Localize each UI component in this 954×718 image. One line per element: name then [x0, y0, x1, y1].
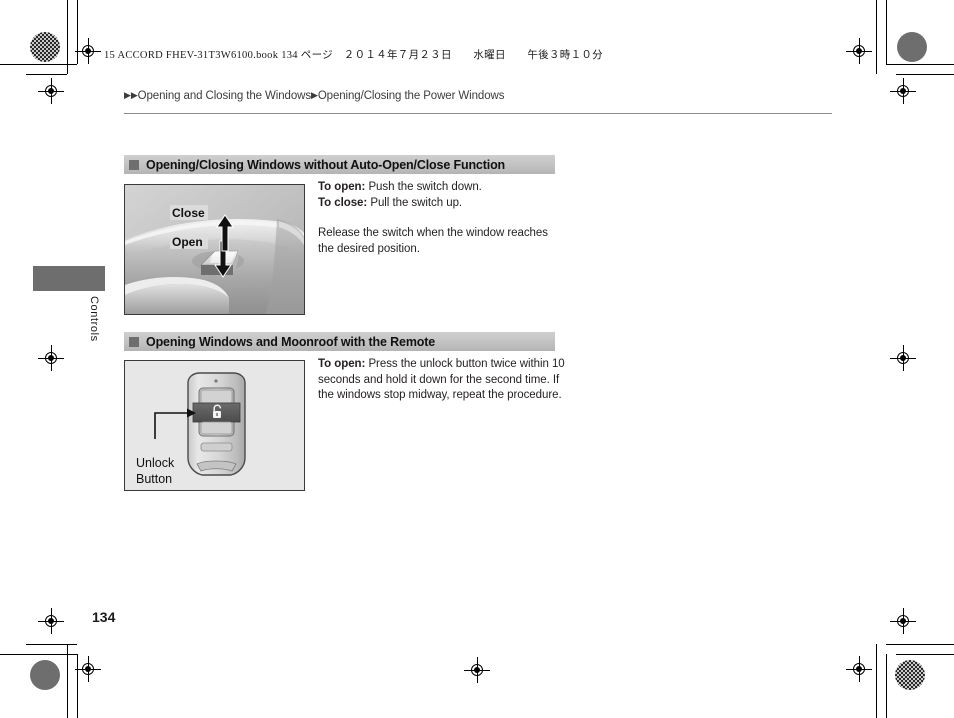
- power-window-switch-svg: Close Open: [125, 185, 304, 314]
- registration-target-bottom-left: [38, 608, 64, 634]
- registration-color-patch-bottom-left: [30, 660, 60, 690]
- crop-mark-bottom-right-h2: [896, 654, 954, 655]
- figure-2-callout-line-2: Button: [136, 472, 172, 486]
- section-heading-1-text: Opening/Closing Windows without Auto-Ope…: [146, 157, 506, 172]
- to-close-body-1: Pull the switch up.: [367, 196, 463, 209]
- book-file-header-text: 15 ACCORD FHEV-31T3W6100.book 134 ページ ２０…: [104, 50, 603, 61]
- registration-color-patch-top-right: [897, 32, 927, 62]
- crop-mark-bottom-left-v1: [67, 644, 68, 718]
- section-bullet-icon: [129, 159, 139, 170]
- registration-target-top-left: [75, 38, 101, 64]
- registration-target-left-center: [38, 345, 64, 371]
- section-heading-2: Opening Windows and Moonroof with the Re…: [124, 332, 555, 351]
- chapter-tab-label: Controls: [88, 296, 100, 342]
- figure-1-label-open: Open: [172, 235, 203, 249]
- header-divider-rule: [124, 113, 832, 114]
- figure-2-callout-line-1: Unlock: [136, 456, 175, 470]
- crop-mark-top-left-h1: [0, 64, 77, 65]
- crop-mark-bottom-right-h1: [886, 644, 954, 645]
- registration-target-right-center: [890, 345, 916, 371]
- registration-target-top-right: [846, 38, 872, 64]
- crop-mark-top-right-h2: [896, 74, 954, 75]
- breadcrumb-level-1: Opening and Closing the Windows: [137, 90, 311, 102]
- registration-color-patch-bottom-right: [895, 660, 925, 690]
- crop-mark-top-right-h1: [886, 64, 954, 65]
- crop-mark-bottom-right-v2: [886, 654, 887, 718]
- book-file-header: 15 ACCORD FHEV-31T3W6100.book 134 ページ ２０…: [104, 47, 603, 62]
- crop-mark-bottom-left-h2: [0, 654, 77, 655]
- registration-target-top-left-lower: [38, 78, 64, 104]
- section-bullet-icon: [129, 336, 139, 347]
- breadcrumb-level-2: Opening/Closing the Power Windows: [317, 90, 505, 102]
- breadcrumb-separator-icon: ▶: [311, 90, 318, 100]
- breadcrumb-marker-icon: ▶▶: [124, 90, 138, 100]
- crop-mark-top-right-v2: [886, 0, 887, 64]
- crop-mark-bottom-right-v1: [876, 644, 877, 718]
- section-1-paragraph-2: Release the switch when the window reach…: [318, 227, 548, 255]
- registration-target-top-right-lower: [890, 78, 916, 104]
- registration-target-bottom-center: [464, 657, 490, 683]
- remote-transmitter-illustration: Unlock Button: [124, 360, 305, 491]
- crop-mark-top-left-h2: [26, 74, 67, 75]
- registration-target-bottom-right-upper: [890, 608, 916, 634]
- figure-1-label-close: Close: [172, 206, 205, 220]
- remote-transmitter-svg: Unlock Button: [125, 361, 304, 490]
- chapter-tab-marker: [33, 266, 105, 291]
- section-1-body-text: To open: Push the switch down. To close:…: [318, 180, 566, 257]
- section-heading-1: Opening/Closing Windows without Auto-Ope…: [124, 155, 555, 174]
- page-number: 134: [92, 609, 116, 625]
- registration-color-patch-top-left: [30, 32, 60, 62]
- crop-mark-top-right-v1: [876, 0, 877, 74]
- to-open-label-2: To open:: [318, 358, 366, 370]
- section-2-body-text: To open: Press the unlock button twice w…: [318, 357, 566, 404]
- crop-mark-bottom-left-h1: [26, 644, 77, 645]
- crop-mark-top-left-v1: [67, 0, 68, 74]
- to-close-label-1: To close:: [318, 196, 368, 209]
- section-heading-2-text: Opening Windows and Moonroof with the Re…: [146, 334, 436, 349]
- power-window-switch-illustration: Close Open: [124, 184, 305, 315]
- to-open-body-1: Push the switch down.: [365, 181, 482, 193]
- registration-target-bottom-right: [846, 656, 872, 682]
- registration-target-bottom-left-lower: [75, 656, 101, 682]
- to-open-label-1: To open:: [318, 181, 366, 193]
- breadcrumb: ▶▶Opening and Closing the Windows▶Openin…: [124, 90, 504, 102]
